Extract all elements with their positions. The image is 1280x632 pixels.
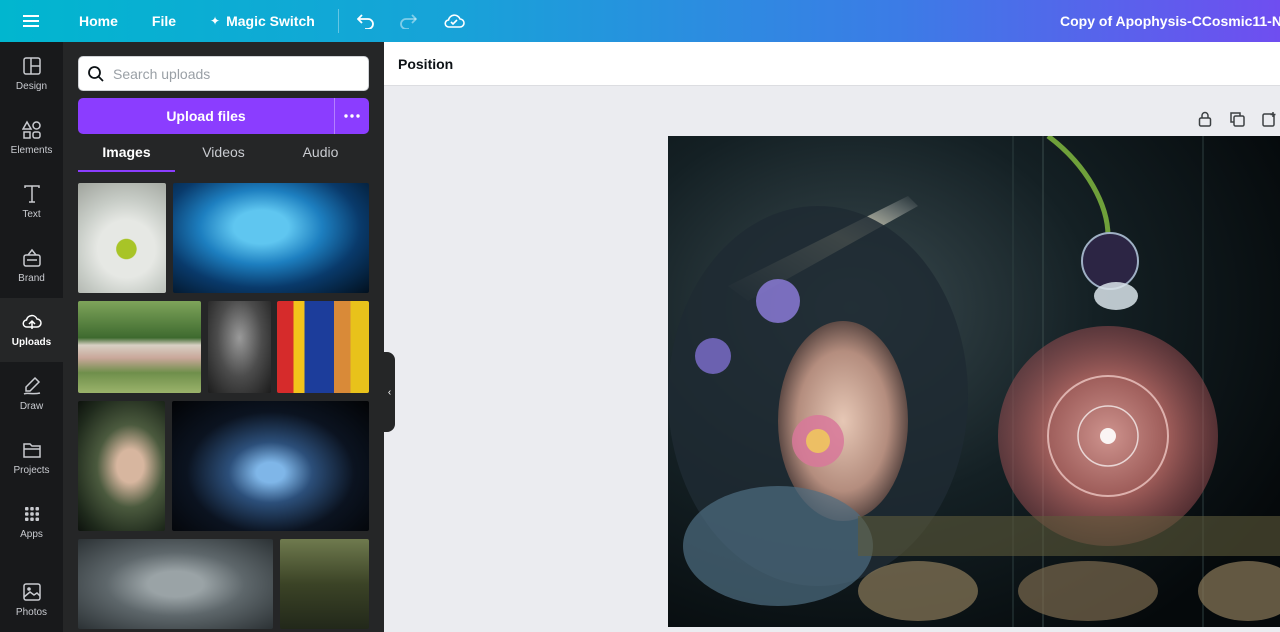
magic-switch-label: Magic Switch [226,13,315,29]
home-menu[interactable]: Home [62,0,135,42]
add-page-icon [1262,112,1276,127]
search-box[interactable] [78,56,369,91]
search-input[interactable] [113,65,353,82]
lock-icon [1198,111,1212,127]
layout-icon [22,57,41,75]
upload-thumbnail-green-berry[interactable] [78,183,166,293]
rail-label: Elements [10,145,53,156]
shapes-icon [21,120,41,139]
redo-button[interactable] [387,0,429,42]
rail-item-photos[interactable]: Photos [0,568,63,632]
search-icon [88,65,104,82]
duplicate-icon [1230,112,1245,127]
left-rail: Design Elements Text Brand Uploads Draw … [0,42,63,632]
rail-item-text[interactable]: Text [0,170,63,234]
upload-files-button[interactable]: Upload files [78,98,334,134]
cloud-check-icon [444,14,465,28]
cloud-upload-icon [22,314,42,329]
document-title[interactable]: Copy of Apophysis-CCosmic11-No1-M [1060,0,1280,42]
magic-switch-menu[interactable]: ✦ Magic Switch [193,0,332,42]
rail-label: Text [22,209,41,220]
rail-item-apps[interactable]: Apps [0,490,63,554]
uploads-panel: Upload files Images Videos Audio [63,42,384,632]
rail-label: Uploads [11,337,52,348]
menu-button[interactable] [0,0,62,42]
photo-icon [22,583,41,601]
media-tabs: Images Videos Audio [78,140,369,172]
rail-item-draw[interactable]: Draw [0,362,63,426]
artwork-image [668,136,1280,627]
collapse-panel-handle[interactable]: ‹ [384,352,395,432]
top-bar: Home File ✦ Magic Switch Copy of Apophys… [0,0,1280,42]
upload-thumbnail-woman-portrait[interactable] [277,301,369,393]
upload-thumbnail-mono-house[interactable] [208,301,271,393]
position-button[interactable]: Position [398,56,453,72]
hamburger-icon [23,15,39,27]
upload-thumbnail-ram-face[interactable] [78,539,273,629]
sparkle-icon: ✦ [210,14,221,28]
rail-label: Brand [18,273,45,284]
redo-icon [399,14,417,29]
draw-icon [23,376,40,395]
rail-item-uploads[interactable]: Uploads [0,298,63,362]
more-options-button[interactable] [334,98,369,134]
more-horizontal-icon [344,114,360,118]
upload-thumbnail-house[interactable] [78,301,201,393]
rail-label: Projects [13,465,50,476]
undo-icon [356,14,374,29]
duplicate-page-button[interactable] [1226,108,1248,130]
tab-audio[interactable]: Audio [272,140,369,170]
divider [337,9,339,33]
upload-thumbnail-ruins[interactable] [280,539,369,629]
undo-button[interactable] [345,0,387,42]
rail-label: Design [15,81,48,92]
rail-item-projects[interactable]: Projects [0,426,63,490]
folder-icon [22,443,41,458]
upload-thumbnail-woman-leaves[interactable] [78,401,165,531]
upload-thumbnail-glowing-hands[interactable] [172,401,369,531]
add-page-button[interactable] [1258,108,1280,130]
rail-item-brand[interactable]: Brand [0,234,63,298]
brand-icon [22,248,41,267]
tab-images[interactable]: Images [78,140,175,172]
text-icon [23,185,40,203]
rail-label: Apps [20,529,43,540]
page-tools [1194,108,1280,130]
rail-item-elements[interactable]: Elements [0,106,63,170]
lock-page-button[interactable] [1194,108,1216,130]
apps-grid-icon [24,507,39,521]
cloud-save-button[interactable] [433,0,475,42]
context-toolbar: Position [384,42,1280,86]
rail-label: Draw [19,401,44,412]
tab-videos[interactable]: Videos [175,140,272,170]
canvas-artwork[interactable] [668,136,1280,627]
rail-label: Photos [15,607,48,618]
upload-thumbnail-blue-smoke[interactable] [173,183,369,293]
chevron-left-icon: ‹ [387,386,392,398]
upload-row: Upload files [78,98,369,134]
file-menu[interactable]: File [135,0,193,42]
rail-item-design[interactable]: Design [0,42,63,106]
